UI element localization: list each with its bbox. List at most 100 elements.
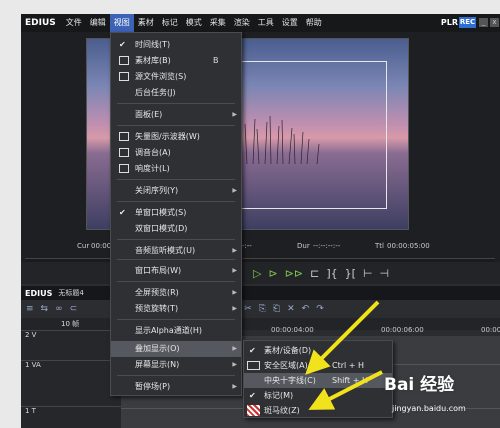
view-menu-item[interactable]: 响度计(L) <box>111 161 241 177</box>
view-menu-item[interactable]: 调音台(A) <box>111 145 241 161</box>
copy-icon[interactable]: ⎘ <box>259 304 266 314</box>
track-name: 1 VA <box>25 361 41 369</box>
menu-item[interactable]: 渲染 <box>230 14 254 32</box>
submenu-arrow-icon: ▶ <box>232 187 237 194</box>
menu-item-label: 单窗口模式(S) <box>135 208 187 217</box>
view-menu-item[interactable]: ✔ 时间线(T) <box>111 37 241 53</box>
view-menu-item[interactable]: 音频监听模式(U) ▶ <box>111 243 241 259</box>
link-icon[interactable]: ∞ <box>55 304 63 314</box>
loop-icon[interactable]: ⊏ <box>310 267 319 280</box>
submenu-arrow-icon: ▶ <box>232 361 237 368</box>
menu-item[interactable]: 视图 <box>109 14 134 32</box>
transport-controls: ▷ ⊳ ⊳⊳ ⊏ ]{ }[ ⊢ ⊣ <box>21 262 500 284</box>
menu-separator <box>117 319 235 320</box>
track-icon[interactable]: ≡ <box>26 304 34 314</box>
menu-item[interactable]: 工具 <box>254 14 278 32</box>
menu-separator <box>117 281 235 282</box>
overlay-submenu: ✔ 素材/设备(D) 安全区域(A) Ctrl + H 中央十字线(C) Shift + … <box>243 340 393 418</box>
view-menu-item[interactable]: 预览旋转(T) ▶ <box>111 301 241 317</box>
group-icon[interactable]: ⊂ <box>70 304 78 314</box>
menu-item[interactable]: 模式 <box>182 14 206 32</box>
minimize-icon[interactable]: _ <box>479 18 488 27</box>
track-2v[interactable]: 2 V 日 <box>21 330 121 358</box>
submenu-arrow-icon: ▶ <box>232 267 237 274</box>
track-1t[interactable]: 1 T <box>21 406 121 428</box>
scope-icon <box>119 132 129 141</box>
browser-icon <box>119 72 129 81</box>
timeline-toolbar: ≡ ⇆ ∞ ⊂ ✂ ⎘ ⎗ ✕ ↶ ↷ <box>21 300 500 318</box>
view-menu-item[interactable]: 后台任务(J) <box>111 85 241 101</box>
preview-panel: Cur 00:00 -:--:--:-- Dur --:--:--:-- Ttl… <box>21 32 500 272</box>
menu-item-label: 显示Alpha通道(H) <box>135 326 203 335</box>
view-menu-item[interactable]: ✔ 单窗口模式(S) <box>111 205 241 221</box>
mark-in-icon[interactable]: ]{ <box>326 267 337 280</box>
ripple-icon[interactable]: ⇆ <box>41 304 49 314</box>
menu-item-label: 素材/设备(D) <box>264 346 312 355</box>
insert-icon[interactable]: ⊢ <box>363 267 373 280</box>
view-menu-item[interactable]: 源文件浏览(S) <box>111 69 241 85</box>
view-menu-item[interactable]: 窗口布局(W) ▶ <box>111 263 241 279</box>
menu-item-label: 素材库(B) <box>135 56 171 65</box>
rec-indicator[interactable]: REC <box>459 17 476 28</box>
menu-separator <box>117 103 235 104</box>
menu-item[interactable]: 帮助 <box>302 14 326 32</box>
view-menu-item[interactable]: 关闭序列(Y) ▶ <box>111 183 241 199</box>
submenu-arrow-icon: ▶ <box>232 345 237 352</box>
shortcut-label: B <box>213 56 219 65</box>
view-menu-item[interactable]: 面板(E) ▶ <box>111 107 241 123</box>
overlay-menu-item[interactable]: 安全区域(A) Ctrl + H <box>244 358 392 373</box>
undo-icon[interactable]: ↶ <box>302 304 310 314</box>
step-forward-icon[interactable]: ⊳ <box>268 267 277 280</box>
ruler-tick: 00:00:04:00 <box>271 326 314 334</box>
fast-forward-icon[interactable]: ⊳⊳ <box>285 267 303 280</box>
view-menu-item[interactable]: 矢量图/示波器(W) <box>111 129 241 145</box>
menu-item[interactable]: 素材 <box>134 14 158 32</box>
menu-item[interactable]: 文件 <box>62 14 86 32</box>
view-menu-item[interactable]: 叠加显示(O) ▶ <box>111 341 241 357</box>
timeline-ruler[interactable]: 00:00:04:00 00:00:06:00 00:00:08:00 <box>241 326 500 336</box>
redo-icon[interactable]: ↷ <box>316 304 324 314</box>
view-menu-item[interactable]: 屏幕显示(N) ▶ <box>111 357 241 373</box>
view-menu-item[interactable]: 全屏预览(R) ▶ <box>111 285 241 301</box>
menu-item-label: 面板(E) <box>135 110 163 119</box>
menu-bar: EDIUS 文件 编辑 视图 素材 标记 模式 采集 渲染 工具 设置 帮助 PLR REC _ x <box>21 14 500 32</box>
menu-item[interactable]: 采集 <box>206 14 230 32</box>
dur-label: Dur <box>297 242 310 250</box>
zoom-level[interactable]: 10 帧 <box>61 319 79 329</box>
overlay-menu-item[interactable]: ✔ 素材/设备(D) <box>244 343 392 358</box>
view-menu-item[interactable]: 暂停场(P) ▶ <box>111 379 241 395</box>
main-menu: 文件 编辑 视图 素材 标记 模式 采集 渲染 工具 设置 帮助 <box>62 14 326 32</box>
menu-item[interactable]: 标记 <box>158 14 182 32</box>
submenu-arrow-icon: ▶ <box>232 111 237 118</box>
delete-icon[interactable]: ✕ <box>287 304 295 314</box>
sequence-tab[interactable]: 无标题4 <box>58 288 83 298</box>
menu-item-label: 响度计(L) <box>135 164 170 173</box>
menu-item-label: 调音台(A) <box>135 148 171 157</box>
menu-item[interactable]: 设置 <box>278 14 302 32</box>
menu-separator <box>117 201 235 202</box>
overlay-menu-item[interactable]: 斑马纹(Z) <box>244 403 392 418</box>
menu-item[interactable]: 编辑 <box>86 14 110 32</box>
view-menu-item[interactable]: 显示Alpha通道(H) <box>111 323 241 339</box>
overlay-menu-item[interactable]: 中央十字线(C) Shift + H <box>244 373 392 388</box>
menu-separator <box>117 375 235 376</box>
menu-separator <box>117 239 235 240</box>
track-1va[interactable]: 1 VA 日 <box>21 360 121 400</box>
ruler-tick: 00:00:08:00 <box>481 326 500 334</box>
menu-item-label: 标记(M) <box>264 391 294 400</box>
paste-icon[interactable]: ⎗ <box>273 304 280 314</box>
menu-item-label: 关闭序列(Y) <box>135 186 179 195</box>
menu-item-label: 源文件浏览(S) <box>135 72 187 81</box>
close-icon[interactable]: x <box>490 18 499 27</box>
play-icon[interactable]: ▷ <box>253 267 261 280</box>
mark-out-icon[interactable]: }[ <box>345 267 356 280</box>
view-menu-item[interactable]: 素材库(B) B <box>111 53 241 69</box>
menu-item-label: 叠加显示(O) <box>135 344 180 353</box>
track-headers: 2 V 日 1 VA 日 1 T <box>21 330 121 428</box>
cut-icon[interactable]: ✂ <box>244 304 252 314</box>
overlay-menu-item[interactable]: ✔ 标记(M) <box>244 388 392 403</box>
view-menu-item[interactable]: 双窗口模式(D) <box>111 221 241 237</box>
check-icon: ✔ <box>249 346 256 355</box>
overwrite-icon[interactable]: ⊣ <box>380 267 390 280</box>
shortcut-label: Ctrl + H <box>332 361 365 370</box>
